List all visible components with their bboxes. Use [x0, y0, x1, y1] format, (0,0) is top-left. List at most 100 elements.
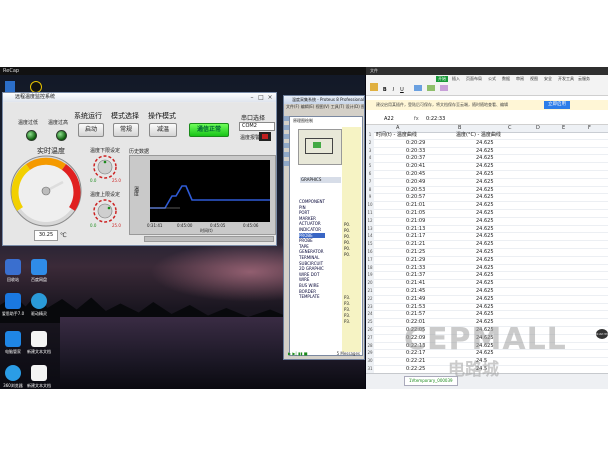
desktop-icon-baidu-pan[interactable]: 百度网盘	[26, 259, 52, 283]
tab-cloud[interactable]: 云服务	[578, 76, 590, 82]
lower-set-knob[interactable]	[93, 155, 117, 179]
table-row[interactable]: 3 0:20:33 24.625	[366, 147, 608, 156]
temp-cell[interactable]: 24.625	[476, 311, 494, 318]
temp-cell[interactable]: 24.625	[476, 226, 494, 233]
table-row[interactable]: 23 0:21:53 24.625	[366, 303, 608, 312]
tab-insert[interactable]: 插入	[452, 76, 460, 82]
time-cell[interactable]: 0:21:25	[406, 249, 425, 256]
mode-item[interactable]: COMPONENT	[299, 199, 325, 205]
graphics-tab[interactable]: GRAPHICS	[300, 177, 341, 183]
time-cell[interactable]: 0:20:37	[406, 155, 425, 162]
table-row[interactable]: 22 0:21:49 24.625	[366, 295, 608, 304]
row-number[interactable]: 7	[366, 178, 374, 186]
row-number[interactable]: 2	[366, 139, 374, 147]
time-cell[interactable]: 0:22:21	[406, 358, 425, 365]
temp-cell[interactable]: 24.625	[476, 249, 494, 256]
time-cell[interactable]: 0:21:05	[406, 210, 425, 217]
row-number[interactable]: 15	[366, 241, 374, 248]
row-number[interactable]: 4	[366, 155, 374, 163]
time-cell[interactable]: 0:21:37	[406, 272, 425, 279]
float-badge[interactable]: 0:22:33	[596, 329, 608, 339]
temp-cell[interactable]: 24.625	[476, 140, 494, 147]
row-number[interactable]: 31	[366, 365, 374, 373]
row-number[interactable]: 26	[366, 326, 374, 334]
time-cell[interactable]: 0:21:53	[406, 304, 425, 311]
temp-cell[interactable]: 24.625	[476, 304, 494, 311]
temp-cell[interactable]: 24.625	[476, 265, 494, 272]
time-cell[interactable]: 0:20:41	[406, 163, 425, 170]
tab-data[interactable]: 数据	[502, 76, 510, 82]
time-cell[interactable]: 0:21:41	[406, 280, 425, 287]
time-cell[interactable]: 0:20:33	[406, 148, 425, 155]
row-number[interactable]: 30	[366, 358, 374, 365]
table-row[interactable]: 17 0:21:29 24.625	[366, 256, 608, 265]
chart-scrollbar[interactable]	[144, 236, 274, 242]
row-number[interactable]: 8	[366, 186, 374, 194]
time-cell[interactable]: 0:21:13	[406, 226, 425, 233]
tab-layout[interactable]: 页面布局	[466, 76, 482, 82]
name-box[interactable]: A22	[384, 115, 394, 124]
row-number[interactable]: 19	[366, 272, 374, 280]
table-row[interactable]: 19 0:21:37 24.625	[366, 272, 608, 281]
row-number[interactable]: 24	[366, 311, 374, 319]
row-number[interactable]: 28	[366, 342, 374, 350]
upper-set-knob[interactable]	[93, 199, 117, 223]
time-cell[interactable]: 0:20:45	[406, 171, 425, 178]
italic-icon[interactable]: I	[393, 87, 394, 93]
format-icon[interactable]	[439, 85, 448, 91]
temp-cell[interactable]: 24.625	[476, 202, 494, 209]
row-number[interactable]: 23	[366, 303, 374, 311]
row-number[interactable]: 27	[366, 334, 374, 342]
row-number[interactable]: 10	[366, 202, 374, 209]
time-cell[interactable]: 0:21:21	[406, 241, 425, 248]
temp-cell[interactable]: 24.625	[476, 272, 494, 279]
table-row[interactable]: 15 0:21:21 24.625	[366, 241, 608, 249]
mode-item[interactable]: TEMPLATE	[299, 294, 325, 300]
normal-mode-button[interactable]: 常规	[113, 123, 139, 137]
serial-port-select[interactable]: COM2	[239, 122, 275, 131]
desktop-icon-text-doc-2[interactable]: 新建文本文档	[26, 365, 52, 389]
temp-cell[interactable]: 24.625	[476, 179, 494, 186]
time-cell[interactable]: 0:21:29	[406, 257, 425, 264]
table-row[interactable]: 10 0:21:01 24.625	[366, 202, 608, 210]
tab-formula[interactable]: 公式	[488, 76, 496, 82]
time-cell[interactable]: 0:20:49	[406, 179, 425, 186]
temp-cell[interactable]: 24.625	[476, 241, 494, 248]
underline-icon[interactable]: U	[400, 87, 404, 93]
tab-dev[interactable]: 开发工具	[558, 76, 574, 82]
temp-cell[interactable]: 24.625	[476, 218, 494, 225]
table-row[interactable]: 7 0:20:49 24.625	[366, 178, 608, 187]
temp-cell[interactable]: 24.625	[476, 194, 494, 201]
temp-cell[interactable]: 24.625	[476, 296, 494, 303]
table-row[interactable]: 9 0:20:57 24.625	[366, 194, 608, 203]
table-row[interactable]: 8 0:20:53 24.625	[366, 186, 608, 195]
tab-view[interactable]: 视图	[530, 76, 538, 82]
temp-cell[interactable]: 24.625	[476, 280, 494, 287]
desktop-icon-browser[interactable]: 360浏览器	[0, 365, 26, 389]
close-icon[interactable]: ×	[266, 94, 274, 101]
mode-item[interactable]: 2D GRAPHIC	[299, 266, 325, 272]
row-number[interactable]: 18	[366, 264, 374, 272]
table-row[interactable]: 5 0:20:41 24.625	[366, 163, 608, 171]
temp-cell[interactable]: 24.625	[476, 155, 494, 162]
time-cell[interactable]: 0:21:49	[406, 296, 425, 303]
row-number[interactable]: 22	[366, 295, 374, 303]
proteus-menu[interactable]: 文件(F) 编辑(E) 视图(V) 工具(T) 设计(D) 图表(G) 调试	[284, 104, 364, 110]
desktop-icon-text-doc[interactable]: 新建文本文档	[26, 331, 52, 355]
merge-icon[interactable]	[426, 85, 435, 91]
temp-cell[interactable]: 24.625	[476, 210, 494, 217]
row-number[interactable]: 3	[366, 147, 374, 155]
temp-cell[interactable]: 24.625	[476, 171, 494, 178]
table-row[interactable]: 12 0:21:09 24.625	[366, 217, 608, 226]
temp-cell[interactable]: 24.625	[476, 148, 494, 155]
time-cell[interactable]: 0:21:01	[406, 202, 425, 209]
time-cell[interactable]: 0:20:57	[406, 194, 425, 201]
bold-icon[interactable]: B	[383, 87, 387, 93]
temp-cell[interactable]: 24.625	[476, 257, 494, 264]
minimize-icon[interactable]: –	[248, 94, 256, 101]
row-number[interactable]: 25	[366, 319, 374, 326]
table-row[interactable]: 4 0:20:37 24.625	[366, 155, 608, 164]
formula-input[interactable]: 0:22:33	[426, 115, 445, 124]
file-menu[interactable]: 文件	[370, 68, 378, 73]
row-number[interactable]: 16	[366, 248, 374, 256]
